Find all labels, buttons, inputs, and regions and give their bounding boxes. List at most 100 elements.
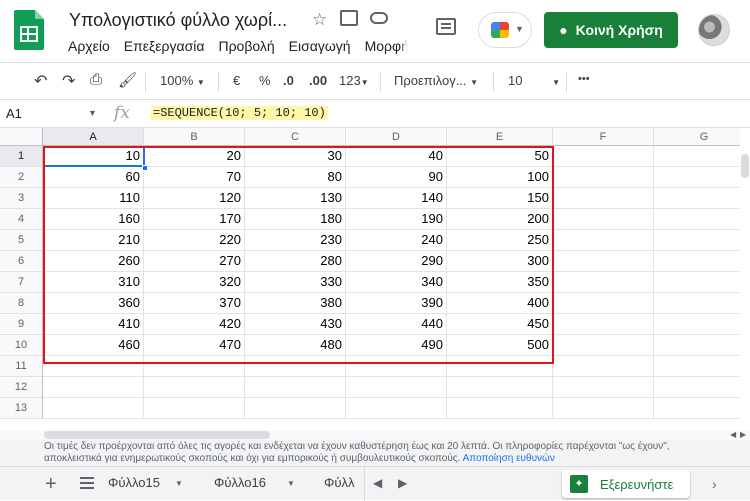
- grid-cell[interactable]: [144, 377, 245, 398]
- grid-cell[interactable]: [553, 377, 654, 398]
- sheets-logo-icon[interactable]: [14, 10, 44, 50]
- move-to-folder-icon[interactable]: [340, 10, 358, 26]
- grid-cell[interactable]: [553, 356, 654, 377]
- row-header[interactable]: 6: [0, 251, 43, 272]
- column-header[interactable]: E: [447, 128, 553, 146]
- scroll-right-icon[interactable]: ▶: [740, 430, 746, 439]
- all-sheets-icon[interactable]: [80, 477, 94, 489]
- zoom-select[interactable]: 100% ▼: [160, 73, 205, 88]
- grid-cell[interactable]: [346, 398, 447, 419]
- row-header[interactable]: 11: [0, 356, 43, 377]
- grid-cell[interactable]: [553, 167, 654, 188]
- grid-cell[interactable]: [654, 314, 740, 335]
- row-header[interactable]: 13: [0, 398, 43, 419]
- decrease-decimal-button[interactable]: .0: [283, 73, 294, 88]
- grid-cell[interactable]: [654, 167, 740, 188]
- scroll-left-icon[interactable]: ◀: [730, 430, 736, 439]
- row-header[interactable]: 1: [0, 146, 43, 167]
- grid-cell[interactable]: [553, 188, 654, 209]
- disclaimer-link[interactable]: Αποποίηση ευθυνών: [463, 453, 555, 464]
- grid-cell[interactable]: [654, 377, 740, 398]
- grid-cell[interactable]: [654, 398, 740, 419]
- sheet-tab[interactable]: Φύλλο16: [214, 475, 266, 490]
- share-button[interactable]: ● Κοινή Χρήση: [544, 12, 678, 48]
- grid-cell[interactable]: [346, 377, 447, 398]
- row-header[interactable]: 3: [0, 188, 43, 209]
- row-header[interactable]: 5: [0, 230, 43, 251]
- currency-format-button[interactable]: €: [233, 73, 240, 88]
- horizontal-scrollbar[interactable]: ◀ ▶: [0, 430, 750, 440]
- menu-insert[interactable]: Εισαγωγή: [289, 38, 351, 54]
- column-header[interactable]: C: [245, 128, 346, 146]
- spreadsheet-grid[interactable]: A B C D E F G 1 10 20 30 40 50 2 60 70 80 90 100 3 110 120 130…: [0, 128, 740, 430]
- grid-cell[interactable]: [654, 251, 740, 272]
- row-header[interactable]: 2: [0, 167, 43, 188]
- row-header[interactable]: 9: [0, 314, 43, 335]
- grid-cell[interactable]: [245, 398, 346, 419]
- grid-cell[interactable]: [654, 230, 740, 251]
- chevron-down-icon[interactable]: ▼: [88, 108, 97, 118]
- font-size-select[interactable]: 10 ▼: [508, 73, 560, 88]
- column-header[interactable]: B: [144, 128, 245, 146]
- row-header[interactable]: 7: [0, 272, 43, 293]
- grid-cell[interactable]: [553, 146, 654, 167]
- grid-cell[interactable]: [43, 398, 144, 419]
- grid-cell[interactable]: [553, 272, 654, 293]
- sheet-tab[interactable]: Φύλλ: [324, 475, 354, 490]
- grid-cell[interactable]: [654, 146, 740, 167]
- redo-icon[interactable]: ↷: [62, 71, 75, 91]
- vertical-scrollbar[interactable]: [740, 146, 750, 430]
- star-icon[interactable]: ☆: [312, 10, 327, 30]
- more-options-button[interactable]: •••: [578, 73, 590, 85]
- print-icon[interactable]: ⎙: [90, 71, 102, 88]
- grid-cell[interactable]: [43, 377, 144, 398]
- column-header[interactable]: D: [346, 128, 447, 146]
- column-header[interactable]: F: [553, 128, 654, 146]
- more-formats-select[interactable]: 123▼: [339, 73, 369, 88]
- grid-cell[interactable]: [553, 335, 654, 356]
- grid-cell[interactable]: [553, 230, 654, 251]
- font-select[interactable]: Προεπιλογ... ▼: [394, 73, 478, 88]
- grid-cell[interactable]: [144, 398, 245, 419]
- meet-button[interactable]: ▼: [478, 12, 532, 48]
- increase-decimal-button[interactable]: .00: [309, 73, 327, 88]
- grid-cell[interactable]: [654, 335, 740, 356]
- explore-button[interactable]: ✦ Εξερευνήστε: [562, 470, 690, 498]
- row-header[interactable]: 8: [0, 293, 43, 314]
- grid-cell[interactable]: [553, 398, 654, 419]
- column-header[interactable]: A: [43, 128, 144, 146]
- select-all-corner[interactable]: [0, 128, 43, 146]
- add-sheet-icon[interactable]: +: [45, 473, 57, 496]
- row-header[interactable]: 12: [0, 377, 43, 398]
- grid-cell[interactable]: [245, 377, 346, 398]
- grid-cell[interactable]: [654, 356, 740, 377]
- document-title[interactable]: Υπολογιστικό φύλλο χωρί...: [69, 10, 287, 31]
- comment-history-icon[interactable]: [436, 18, 456, 35]
- horizontal-scroll-thumb[interactable]: [44, 431, 270, 439]
- row-header[interactable]: 4: [0, 209, 43, 230]
- grid-cell[interactable]: [654, 293, 740, 314]
- grid-cell[interactable]: [553, 314, 654, 335]
- grid-cell[interactable]: [553, 293, 654, 314]
- name-box[interactable]: A1: [6, 106, 22, 121]
- grid-cell[interactable]: [553, 251, 654, 272]
- menu-view[interactable]: Προβολή: [218, 38, 274, 54]
- side-panel-toggle-icon[interactable]: ›: [712, 476, 717, 492]
- paint-format-icon[interactable]: 🖌: [118, 71, 137, 89]
- menu-file[interactable]: Αρχείο: [68, 38, 110, 54]
- chevron-down-icon[interactable]: ▼: [175, 479, 183, 488]
- menu-edit[interactable]: Επεξεργασία: [124, 38, 205, 54]
- grid-cell[interactable]: [447, 377, 553, 398]
- formula-input[interactable]: =SEQUENCE(10; 5; 10; 10): [151, 106, 328, 120]
- row-header[interactable]: 10: [0, 335, 43, 356]
- chevron-down-icon[interactable]: ▼: [287, 479, 295, 488]
- grid-cell[interactable]: [654, 272, 740, 293]
- undo-icon[interactable]: ↶: [34, 71, 47, 91]
- sheet-tab[interactable]: Φύλλο15: [108, 475, 160, 490]
- percent-format-button[interactable]: %: [259, 73, 271, 88]
- column-header[interactable]: G: [654, 128, 740, 146]
- grid-cell[interactable]: [654, 188, 740, 209]
- grid-cell[interactable]: [553, 209, 654, 230]
- grid-cell[interactable]: [654, 209, 740, 230]
- chevron-right-icon[interactable]: ▶: [398, 476, 407, 490]
